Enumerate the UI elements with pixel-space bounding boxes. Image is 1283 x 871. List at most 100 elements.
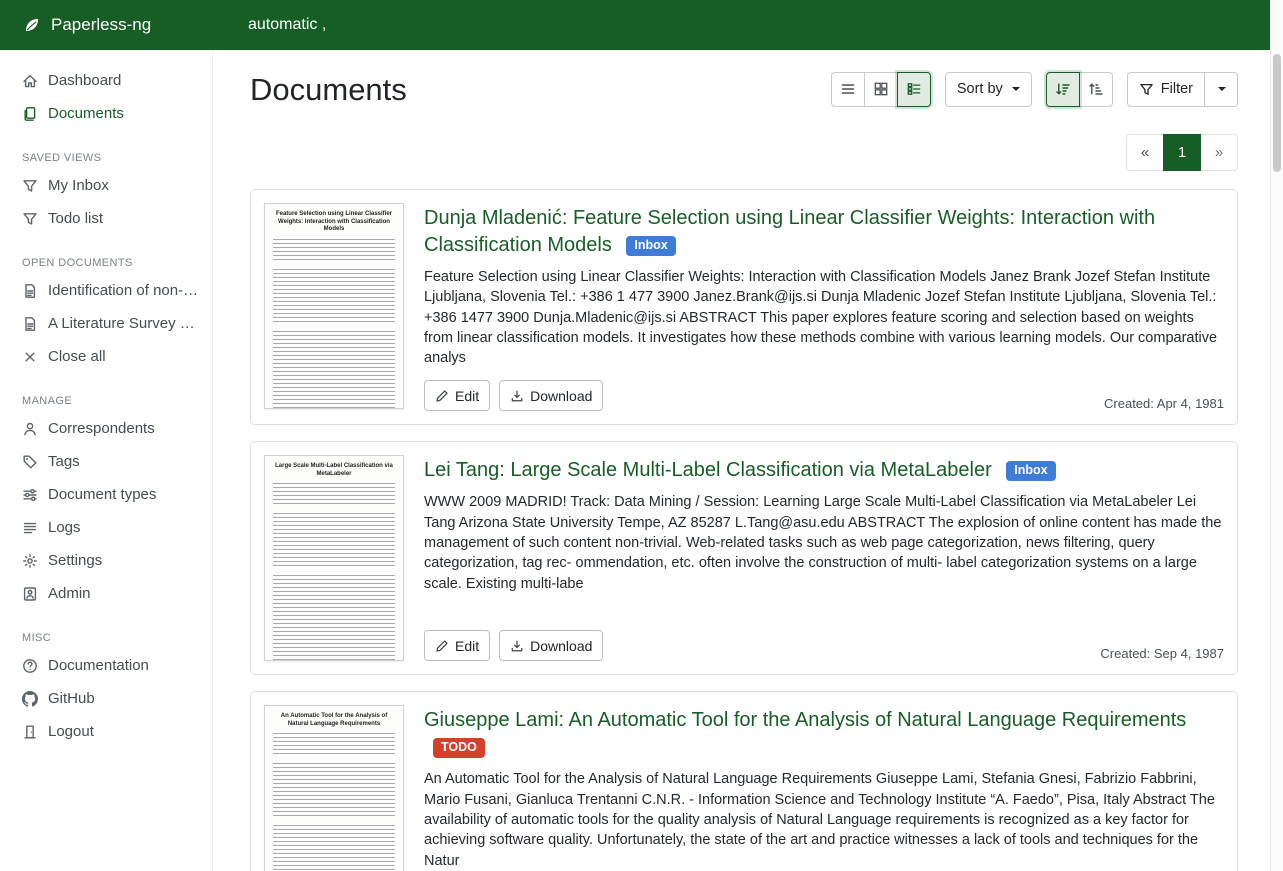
sort-ascending-button[interactable] (1079, 72, 1113, 107)
sort-by-label: Sort by (957, 81, 1003, 97)
sidebar-item-admin[interactable]: Admin (0, 577, 212, 610)
sort-by-button[interactable]: Sort by (945, 72, 1032, 107)
tag-icon (22, 454, 38, 470)
download-label: Download (530, 388, 592, 404)
tag-badge[interactable]: Inbox (626, 236, 675, 256)
pagination-next-button[interactable]: » (1200, 134, 1238, 171)
document-title-link[interactable]: Giuseppe Lami: An Automatic Tool for the… (424, 709, 1186, 731)
scrollbar[interactable] (1270, 0, 1283, 871)
thumbnail-text-lines (273, 575, 395, 661)
sidebar-item-dashboard[interactable]: Dashboard (0, 64, 212, 97)
view-toggle-group (831, 72, 931, 107)
caret-down-icon (1218, 87, 1226, 91)
sidebar-item-label: Admin (48, 585, 91, 602)
caret-down-icon (1012, 87, 1020, 91)
search-input[interactable] (246, 15, 1252, 35)
sidebar-item-open-document-1[interactable]: Identification of non-fu... (0, 274, 212, 307)
document-card-body: Lei Tang: Large Scale Multi-Label Classi… (424, 455, 1224, 661)
sidebar-item-label: A Literature Survey on ... (48, 315, 202, 332)
pagination: « 1 » (250, 134, 1238, 171)
document-title-link[interactable]: Lei Tang: Large Scale Multi-Label Classi… (424, 459, 992, 481)
thumbnail-text-lines (273, 513, 395, 569)
thumbnail-title: Feature Selection using Linear Classifie… (271, 211, 397, 234)
pencil-icon (435, 639, 449, 653)
person-icon (22, 421, 38, 437)
view-grid-button[interactable] (864, 72, 898, 107)
document-thumbnail[interactable]: Large Scale Multi-Label Classification v… (264, 455, 404, 661)
topbar: Paperless-ng (0, 0, 1270, 50)
document-list: Feature Selection using Linear Classifie… (250, 189, 1238, 871)
pagination-page-1-button[interactable]: 1 (1163, 134, 1201, 171)
sidebar-item-logs[interactable]: Logs (0, 511, 212, 544)
filter-button[interactable]: Filter (1127, 72, 1205, 107)
list-view-icon (840, 81, 856, 97)
person-badge-icon (22, 586, 38, 602)
funnel-icon (1139, 82, 1154, 97)
sidebar-item-github[interactable]: GitHub (0, 682, 212, 715)
thumbnail-page: Large Scale Multi-Label Classification v… (264, 455, 404, 661)
document-card-body: Giuseppe Lami: An Automatic Tool for the… (424, 705, 1224, 871)
sidebar-item-settings[interactable]: Settings (0, 544, 212, 577)
document-summary: An Automatic Tool for the Analysis of Na… (424, 769, 1224, 870)
sidebar-item-my-inbox[interactable]: My Inbox (0, 169, 212, 202)
sort-direction-group (1046, 72, 1113, 107)
door-icon (22, 724, 38, 740)
document-card-body: Dunja Mladenić: Feature Selection using … (424, 203, 1224, 411)
pencil-icon (435, 389, 449, 403)
sidebar-section-title-misc: MISC (0, 627, 212, 649)
sidebar-item-correspondents[interactable]: Correspondents (0, 412, 212, 445)
sidebar: Dashboard Documents SAVED VIEWS My Inbox… (0, 50, 213, 871)
edit-button[interactable]: Edit (424, 630, 490, 661)
sort-descending-button[interactable] (1046, 72, 1080, 107)
pagination-prev-button[interactable]: « (1126, 134, 1164, 171)
thumbnail-text-lines (273, 763, 395, 819)
toolbar: Sort by Filter (831, 72, 1238, 107)
sidebar-item-label: Correspondents (48, 420, 155, 437)
tag-badge[interactable]: TODO (433, 738, 485, 758)
scrollbar-thumb[interactable] (1273, 54, 1281, 172)
tag-badge[interactable]: Inbox (1006, 461, 1055, 481)
document-card-footer: Edit Download Created: Apr 4, 1981 (424, 368, 1224, 411)
sidebar-item-tags[interactable]: Tags (0, 445, 212, 478)
page-header: Documents Sort by (250, 70, 1238, 108)
filter-dropdown-button[interactable] (1204, 72, 1238, 107)
download-button[interactable]: Download (499, 380, 603, 411)
grid-view-icon (873, 81, 889, 97)
view-details-button[interactable] (897, 72, 931, 107)
sidebar-item-document-types[interactable]: Document types (0, 478, 212, 511)
sidebar-item-label: Tags (48, 453, 80, 470)
details-view-icon (906, 81, 922, 97)
document-title: Giuseppe Lami: An Automatic Tool for the… (424, 707, 1224, 761)
sidebar-item-documentation[interactable]: Documentation (0, 649, 212, 682)
page-title: Documents (250, 72, 407, 108)
document-thumbnail[interactable]: An Automatic Tool for the Analysis of Na… (264, 705, 404, 871)
document-summary: WWW 2009 MADRID! Track: Data Mining / Se… (424, 492, 1224, 593)
sidebar-item-open-document-2[interactable]: A Literature Survey on ... (0, 307, 212, 340)
funnel-icon (22, 211, 38, 227)
sidebar-section-title-saved-views: SAVED VIEWS (0, 147, 212, 169)
sidebar-section-title-open-documents: OPEN DOCUMENTS (0, 252, 212, 274)
sidebar-item-close-all[interactable]: Close all (0, 340, 212, 373)
download-icon (510, 639, 524, 653)
thumbnail-text-lines (273, 825, 395, 871)
view-list-button[interactable] (831, 72, 865, 107)
file-text-icon (22, 316, 38, 332)
filter-label: Filter (1161, 81, 1193, 97)
list-icon (22, 520, 38, 536)
document-card-footer: Edit Download Created: Sep 4, 1987 (424, 618, 1224, 661)
sidebar-item-documents[interactable]: Documents (0, 97, 212, 130)
search-bar (213, 0, 1270, 50)
question-circle-icon (22, 658, 38, 674)
sidebar-item-todo-list[interactable]: Todo list (0, 202, 212, 235)
sidebar-item-label: Logout (48, 723, 94, 740)
sidebar-item-label: Dashboard (48, 72, 121, 89)
main-content: Documents Sort by (213, 50, 1270, 871)
brand[interactable]: Paperless-ng (0, 0, 213, 50)
funnel-icon (22, 178, 38, 194)
document-title-link[interactable]: Dunja Mladenić: Feature Selection using … (424, 207, 1155, 256)
sidebar-item-logout[interactable]: Logout (0, 715, 212, 748)
download-button[interactable]: Download (499, 630, 603, 661)
document-title: Dunja Mladenić: Feature Selection using … (424, 205, 1224, 259)
document-thumbnail[interactable]: Feature Selection using Linear Classifie… (264, 203, 404, 409)
edit-button[interactable]: Edit (424, 380, 490, 411)
